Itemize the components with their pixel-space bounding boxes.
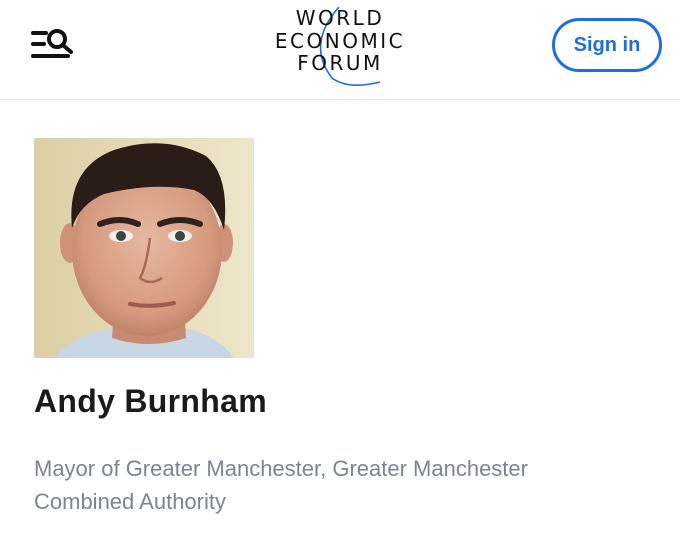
logo-line-3: FORUM (297, 51, 383, 75)
sign-in-button[interactable]: Sign in (552, 18, 662, 72)
profile-page: WORLD ECONOMIC FORUM Sign in Andy Burnha… (0, 0, 680, 547)
menu-search-button[interactable] (28, 24, 80, 68)
wef-logo[interactable]: WORLD ECONOMIC FORUM (262, 4, 418, 88)
logo-line-1: WORLD (295, 6, 385, 30)
profile-photo (34, 138, 254, 358)
menu-search-icon (31, 29, 73, 58)
site-header: WORLD ECONOMIC FORUM Sign in (0, 0, 680, 100)
logo-line-2: ECONOMIC (274, 29, 406, 53)
profile-role: Mayor of Greater Manchester, Greater Man… (34, 456, 528, 514)
profile-name: Andy Burnham (34, 383, 267, 419)
portrait-image (34, 138, 254, 358)
